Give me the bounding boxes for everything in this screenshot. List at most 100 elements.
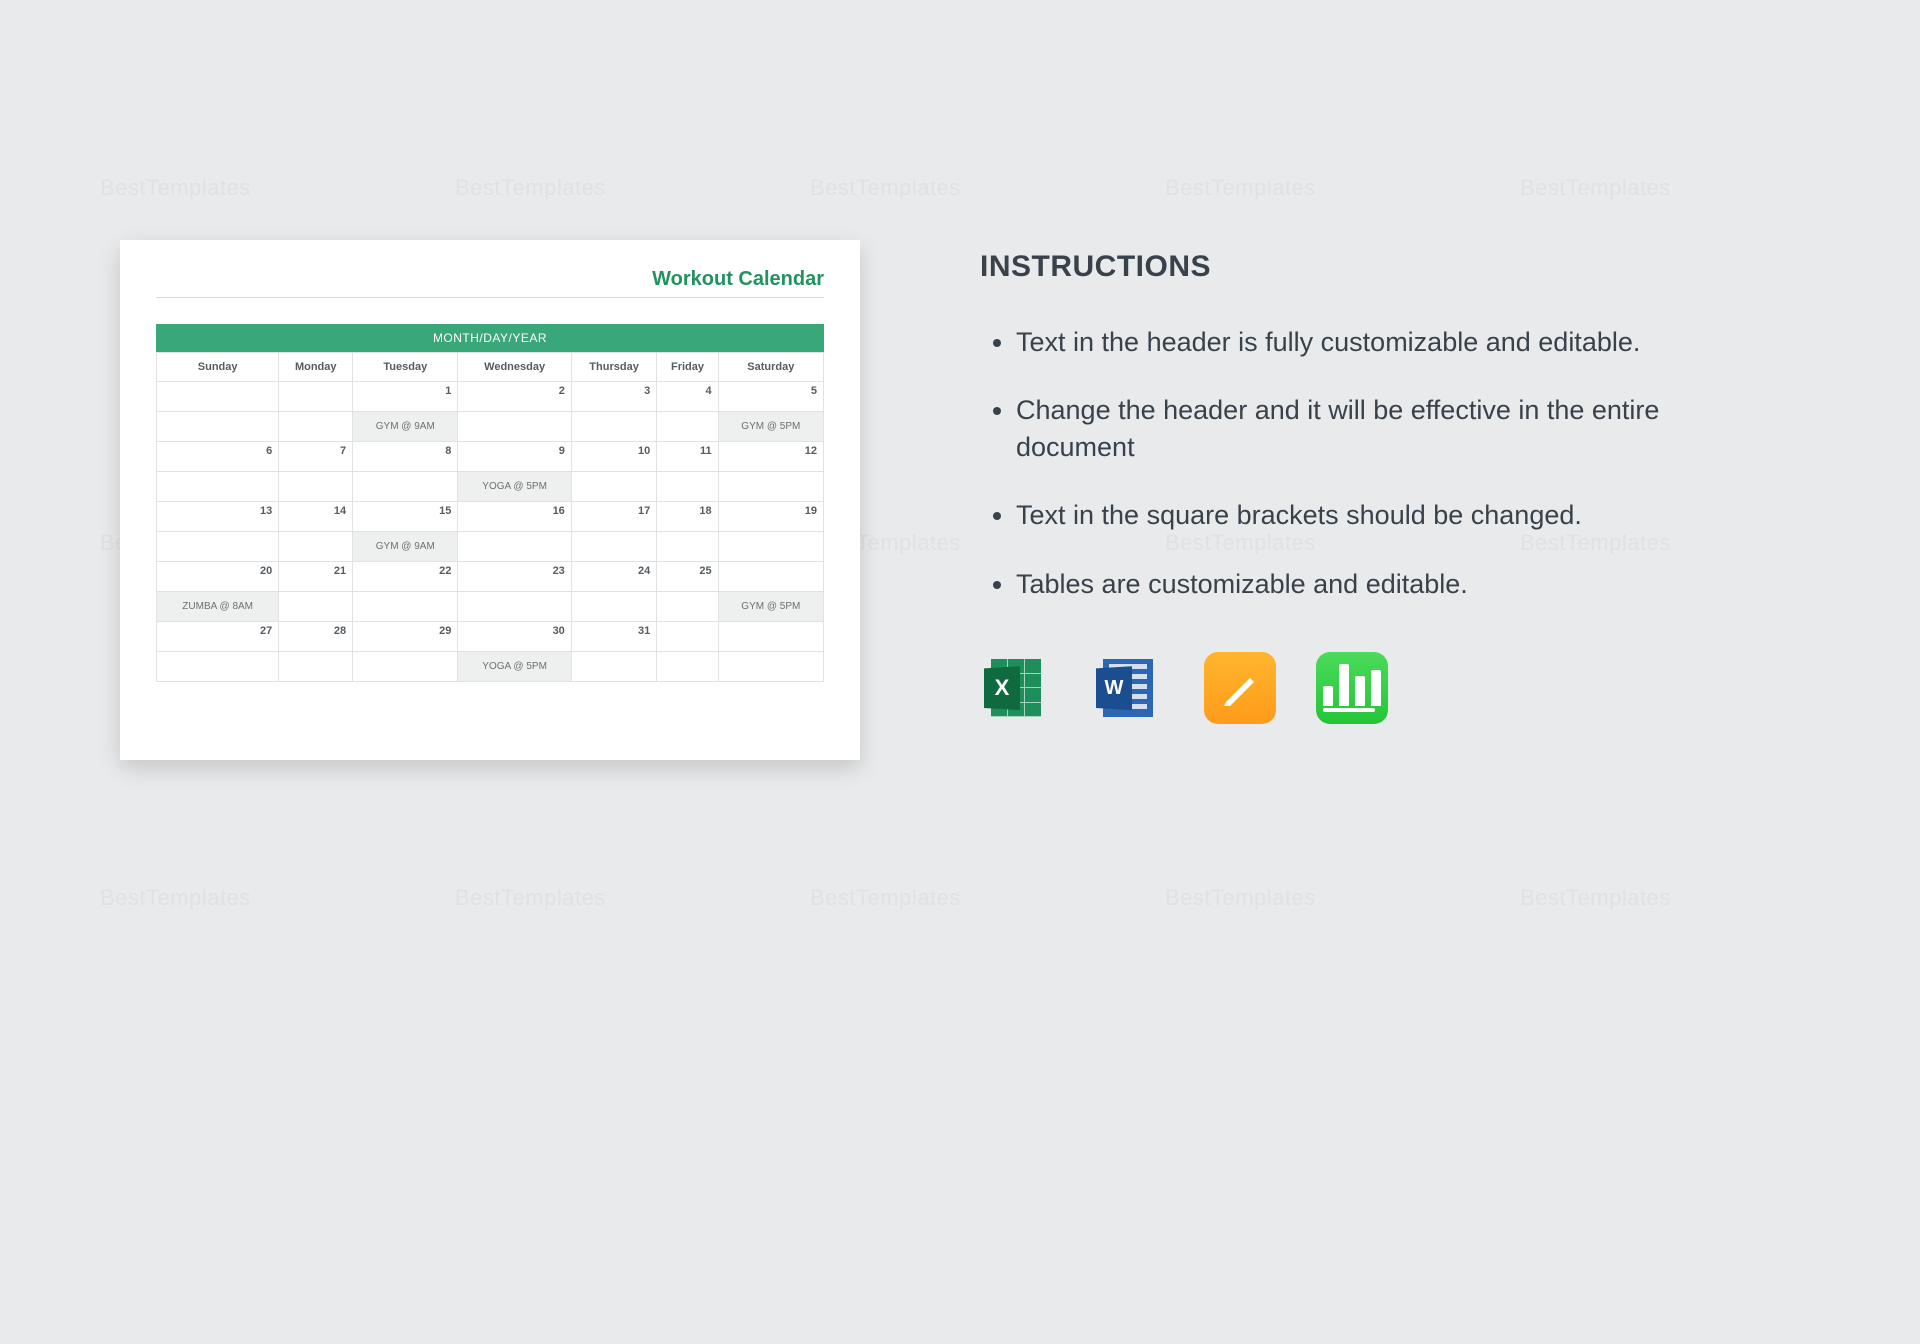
instruction-item: Tables are customizable and editable. — [1016, 566, 1736, 602]
template-title: Workout Calendar — [156, 268, 824, 297]
calendar-date-cell: 6 — [157, 442, 279, 472]
calendar-date-cell: 29 — [353, 622, 458, 652]
calendar-date-cell: 28 — [279, 622, 353, 652]
calendar-event-cell — [157, 412, 279, 442]
calendar-event-cell: GYM @ 5PM — [718, 592, 823, 622]
excel-icon: X — [980, 652, 1052, 724]
calendar-event-cell — [458, 592, 571, 622]
day-header: Sunday — [157, 353, 279, 382]
calendar-event-cell — [571, 652, 656, 682]
calendar-date-cell — [718, 562, 823, 592]
calendar-date-cell: 3 — [571, 382, 656, 412]
calendar-event-cell — [571, 592, 656, 622]
calendar-date-cell: 4 — [657, 382, 718, 412]
day-header: Monday — [279, 353, 353, 382]
calendar-date-cell: 5 — [718, 382, 823, 412]
calendar-date-cell: 17 — [571, 502, 656, 532]
calendar-event-cell: GYM @ 5PM — [718, 412, 823, 442]
calendar-date-cell: 25 — [657, 562, 718, 592]
watermark: BestTemplates — [1165, 885, 1316, 911]
instruction-item: Text in the header is fully customizable… — [1016, 324, 1736, 360]
calendar-date-cell: 20 — [157, 562, 279, 592]
day-header: Saturday — [718, 353, 823, 382]
day-header: Thursday — [571, 353, 656, 382]
watermark: BestTemplates — [1520, 885, 1671, 911]
instruction-item: Text in the square brackets should be ch… — [1016, 497, 1736, 533]
calendar-date-cell: 18 — [657, 502, 718, 532]
calendar-event-cell — [458, 412, 571, 442]
calendar-event-cell — [279, 652, 353, 682]
template-preview-card: Workout Calendar MONTH/DAY/YEAR Sunday M… — [120, 240, 860, 760]
calendar-date-cell: 2 — [458, 382, 571, 412]
calendar-event-cell — [657, 592, 718, 622]
calendar-event-cell: YOGA @ 5PM — [458, 472, 571, 502]
calendar-date-cell: 10 — [571, 442, 656, 472]
calendar-date-cell — [157, 382, 279, 412]
instructions-panel: INSTRUCTIONS Text in the header is fully… — [980, 240, 1810, 760]
calendar-event-cell — [718, 652, 823, 682]
calendar-date-cell: 9 — [458, 442, 571, 472]
calendar-event-cell — [571, 412, 656, 442]
divider — [156, 297, 824, 298]
calendar-event-cell — [458, 532, 571, 562]
calendar-date-cell: 7 — [279, 442, 353, 472]
calendar-date-cell: 1 — [353, 382, 458, 412]
calendar-date-cell: 31 — [571, 622, 656, 652]
watermark: BestTemplates — [810, 885, 961, 911]
calendar-date-cell: 8 — [353, 442, 458, 472]
calendar-date-cell: 12 — [718, 442, 823, 472]
calendar-date-cell: 30 — [458, 622, 571, 652]
calendar-date-cell: 16 — [458, 502, 571, 532]
word-icon: W — [1092, 652, 1164, 724]
watermark: BestTemplates — [810, 175, 961, 201]
calendar-event-cell — [571, 472, 656, 502]
calendar-date-cell — [657, 622, 718, 652]
calendar-event-cell — [157, 652, 279, 682]
calendar-date-cell: 15 — [353, 502, 458, 532]
calendar-date-cell: 13 — [157, 502, 279, 532]
watermark: BestTemplates — [1165, 175, 1316, 201]
calendar-date-cell — [718, 622, 823, 652]
instruction-item: Change the header and it will be effecti… — [1016, 392, 1736, 465]
excel-letter: X — [984, 666, 1020, 710]
day-header: Wednesday — [458, 353, 571, 382]
calendar-event-cell: YOGA @ 5PM — [458, 652, 571, 682]
calendar-date-cell — [279, 382, 353, 412]
calendar-event-cell — [279, 412, 353, 442]
calendar-event-cell — [718, 532, 823, 562]
calendar-event-cell — [657, 472, 718, 502]
calendar-event-cell — [279, 472, 353, 502]
calendar-date-cell: 11 — [657, 442, 718, 472]
app-icons-row: X W — [980, 652, 1810, 724]
calendar-event-cell — [353, 592, 458, 622]
watermark: BestTemplates — [100, 175, 251, 201]
calendar-date-cell: 22 — [353, 562, 458, 592]
numbers-icon — [1316, 652, 1388, 724]
calendar-event-cell — [657, 652, 718, 682]
calendar-event-cell: GYM @ 9AM — [353, 532, 458, 562]
calendar-table: Sunday Monday Tuesday Wednesday Thursday… — [156, 352, 824, 682]
calendar-date-cell: 21 — [279, 562, 353, 592]
calendar-event-cell — [279, 532, 353, 562]
calendar-event-cell — [571, 532, 656, 562]
watermark: BestTemplates — [455, 885, 606, 911]
calendar-date-cell: 27 — [157, 622, 279, 652]
calendar-event-cell — [353, 472, 458, 502]
calendar-date-cell: 19 — [718, 502, 823, 532]
calendar-event-cell — [157, 532, 279, 562]
calendar-event-cell — [353, 652, 458, 682]
calendar-banner: MONTH/DAY/YEAR — [156, 324, 824, 352]
word-letter: W — [1096, 666, 1132, 710]
calendar-event-cell — [657, 532, 718, 562]
calendar-event-cell — [657, 412, 718, 442]
calendar-date-cell: 23 — [458, 562, 571, 592]
calendar-date-cell: 14 — [279, 502, 353, 532]
calendar-event-cell — [718, 472, 823, 502]
calendar-event-cell: GYM @ 9AM — [353, 412, 458, 442]
pages-icon — [1204, 652, 1276, 724]
calendar-event-cell — [157, 472, 279, 502]
calendar-date-cell: 24 — [571, 562, 656, 592]
calendar-event-cell — [279, 592, 353, 622]
watermark: BestTemplates — [100, 885, 251, 911]
watermark: BestTemplates — [455, 175, 606, 201]
